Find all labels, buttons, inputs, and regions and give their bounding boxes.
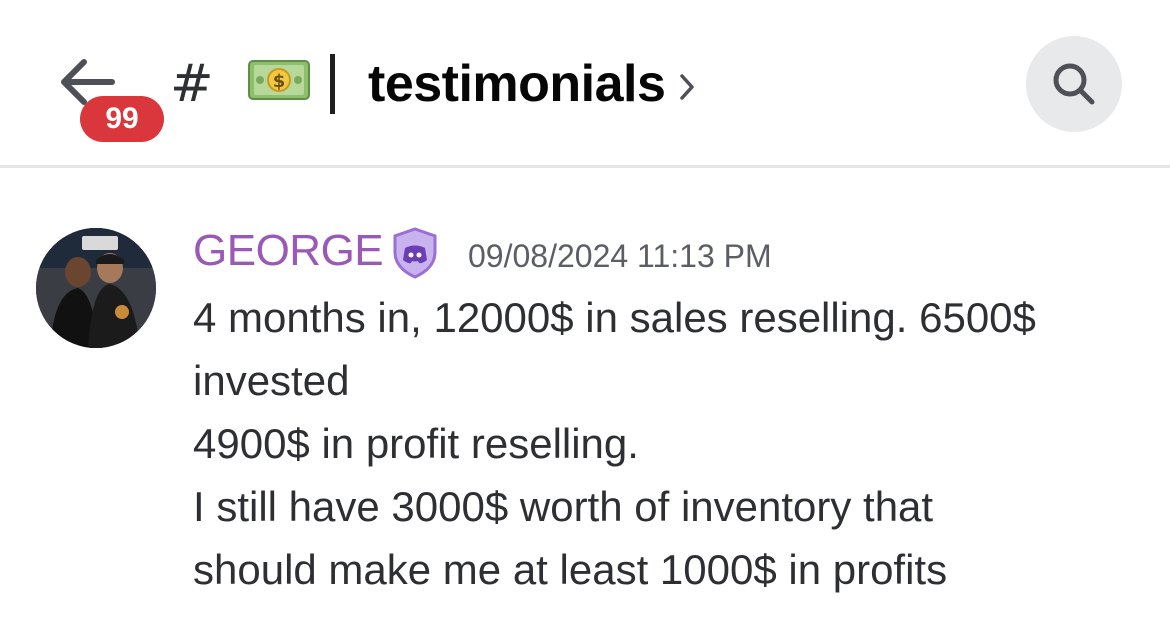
- message-line: invested: [193, 357, 350, 404]
- channel-name[interactable]: testimonials: [368, 52, 666, 116]
- message-line: I still have 3000$ worth of inventory th…: [193, 483, 934, 530]
- discord-shield-badge-icon[interactable]: [388, 226, 442, 280]
- message-item[interactable]: GEORGE 09/08/2024 11:13 PM 4 months in, …: [0, 170, 1170, 632]
- message-line: should make me at least 1000$ in profits: [193, 546, 948, 593]
- search-button[interactable]: [1026, 36, 1122, 132]
- svg-text:$: $: [273, 71, 286, 92]
- channel-hash-icon: #: [170, 54, 214, 114]
- message-content: 4 months in, 12000$ in sales reselling. …: [193, 286, 1143, 601]
- chevron-right-icon[interactable]: [678, 72, 696, 102]
- money-bill-icon: $: [248, 60, 310, 100]
- message-line: 4900$ in profit reselling.: [193, 420, 639, 467]
- channel-header: 99 # $ testimonials: [0, 0, 1170, 168]
- avatar[interactable]: [36, 228, 156, 348]
- message-line: 4 months in, 12000$ in sales reselling. …: [193, 294, 1036, 341]
- message-timestamp: 09/08/2024 11:13 PM: [468, 238, 772, 274]
- unread-count-badge: 99: [80, 96, 164, 142]
- avatar-photo: [36, 228, 156, 348]
- message-author[interactable]: GEORGE: [193, 224, 384, 278]
- search-icon: [1053, 63, 1095, 105]
- channel-name-separator: [330, 54, 335, 114]
